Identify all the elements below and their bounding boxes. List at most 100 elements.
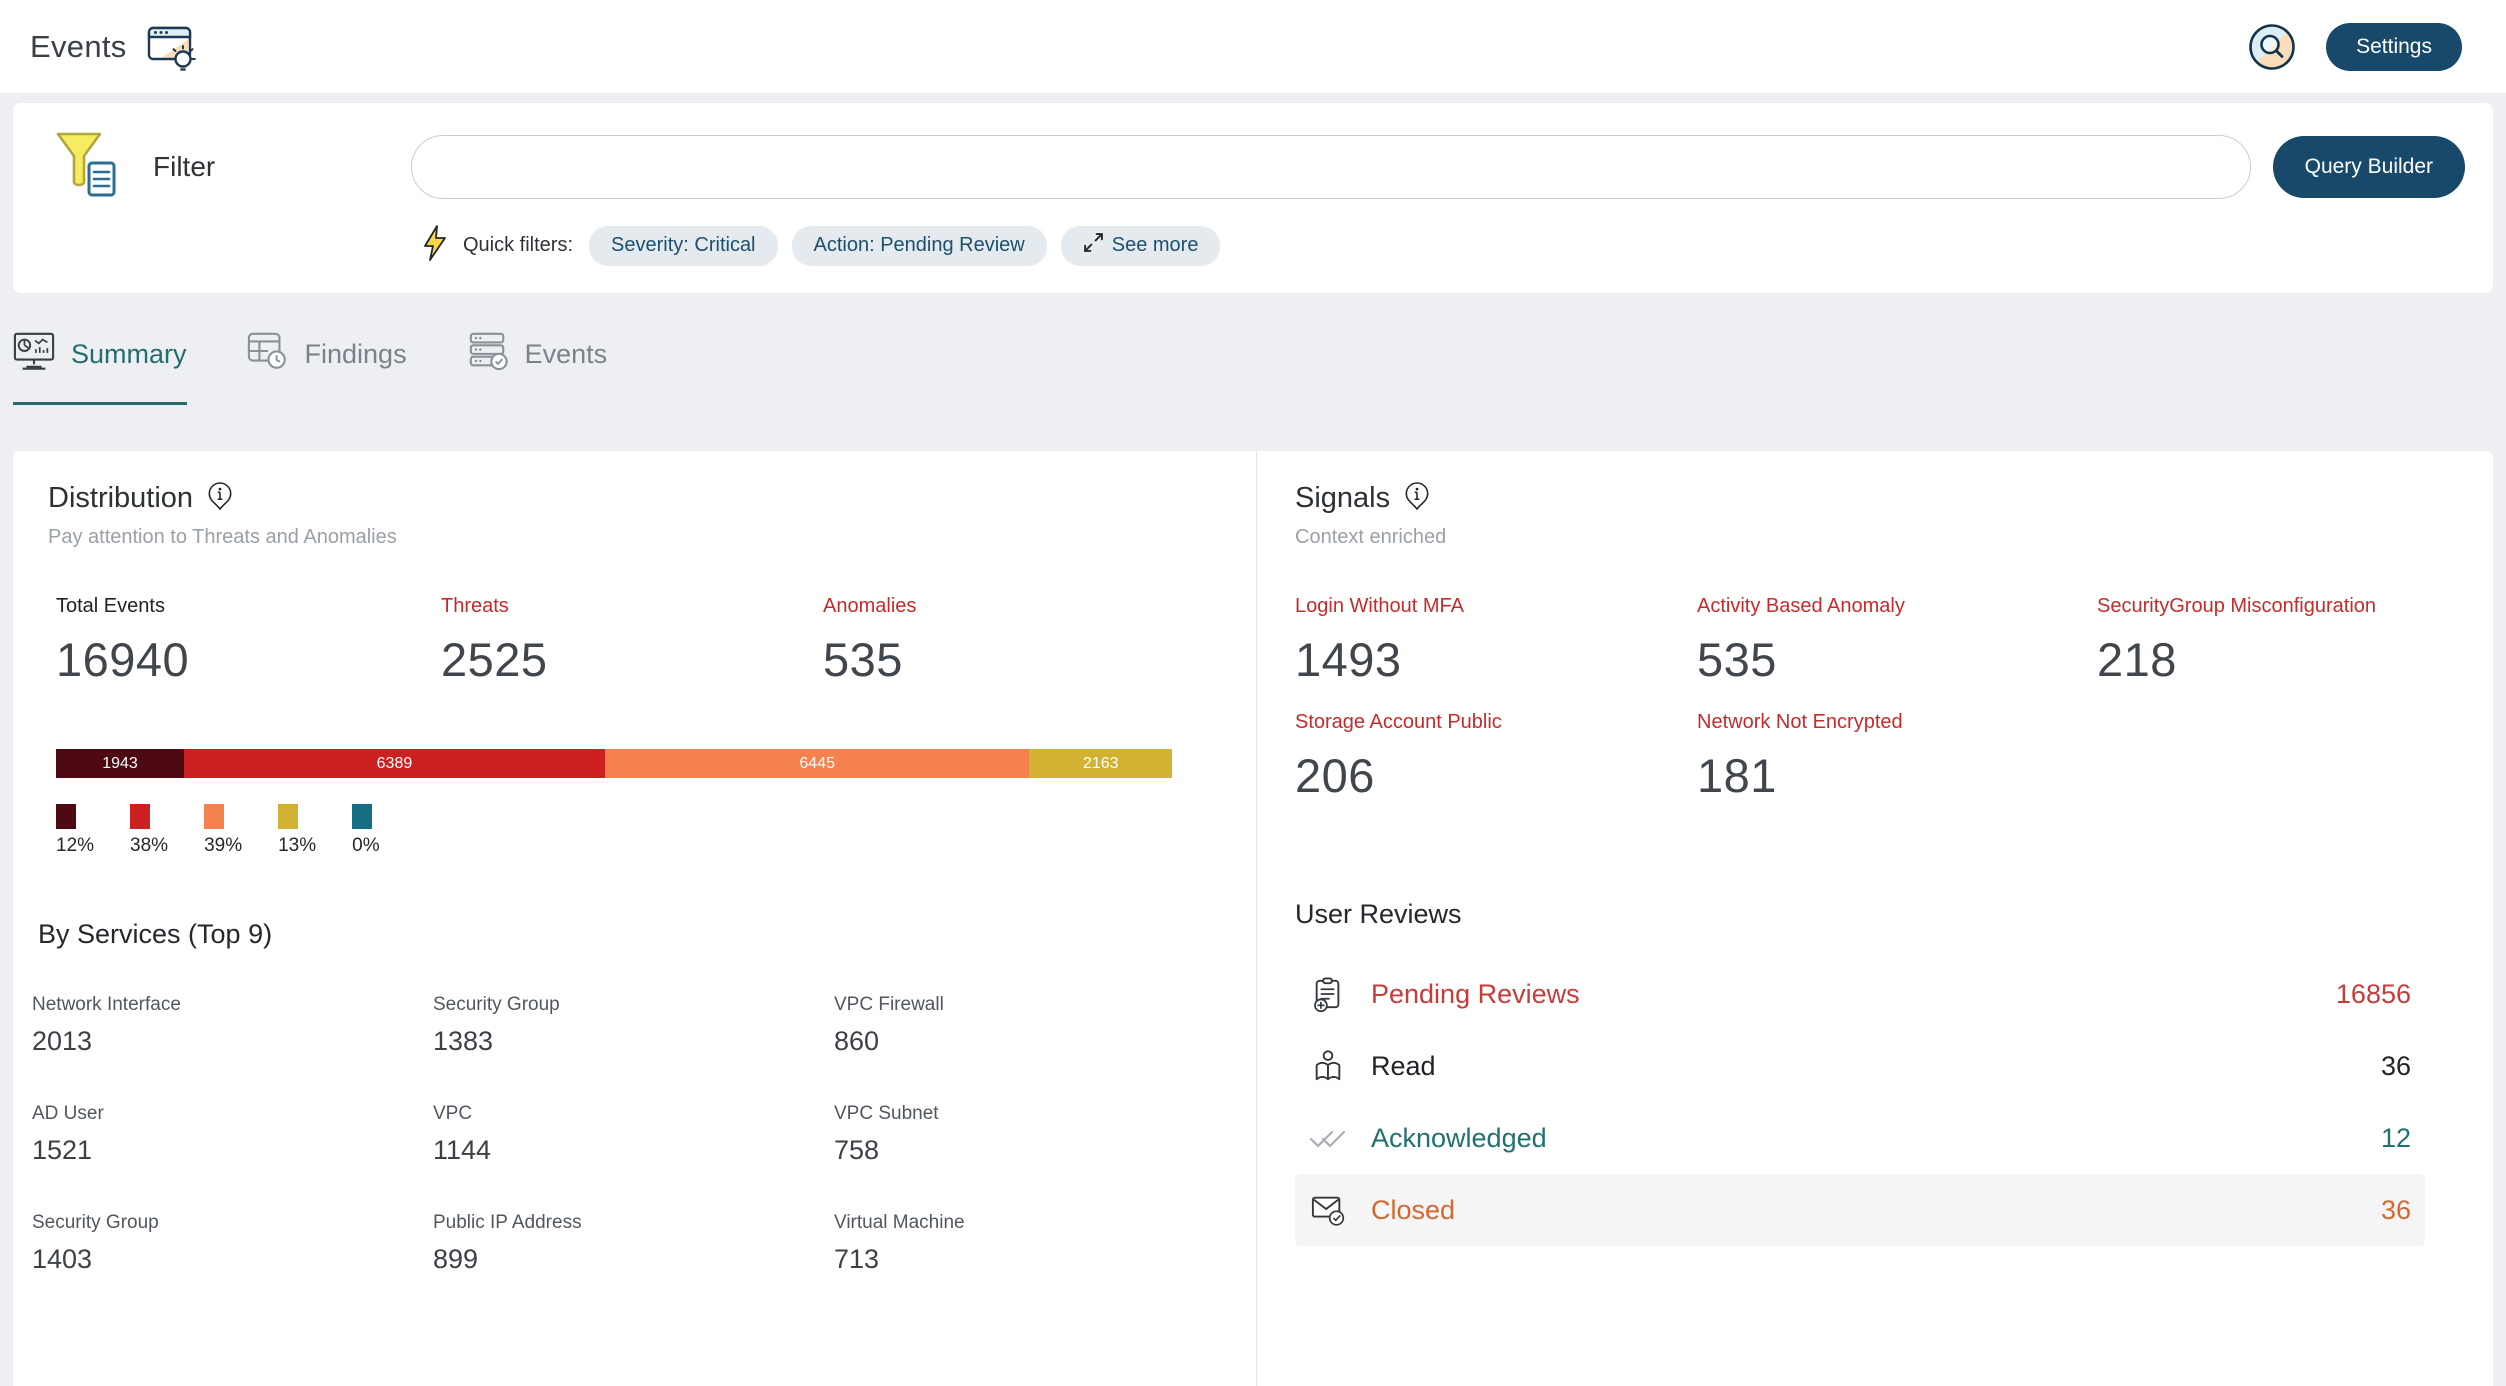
filter-input[interactable] xyxy=(411,135,2251,199)
service-item: AD User 1521 xyxy=(32,1103,433,1166)
settings-button[interactable]: Settings xyxy=(2326,23,2462,71)
filter-label: Filter xyxy=(153,151,215,183)
lightning-icon xyxy=(421,224,449,267)
legend-percent: 13% xyxy=(278,835,316,857)
service-item: Public IP Address899 xyxy=(433,1212,834,1275)
filter-funnel-icon xyxy=(53,127,119,206)
signal-label: Storage Account Public xyxy=(1295,711,1697,734)
service-label: VPC Subnet xyxy=(834,1103,1216,1125)
chip-label: Action: Pending Review xyxy=(814,234,1025,257)
review-label: Pending Reviews xyxy=(1371,979,1580,1010)
signals-section: Signals Context enriched Login Without M… xyxy=(1257,451,2493,1386)
service-label: AD User xyxy=(32,1103,433,1125)
page-title: Events xyxy=(30,29,127,65)
signal-stat: Activity Based Anomaly 535 xyxy=(1697,595,2097,687)
service-label: Security Group xyxy=(32,1212,433,1234)
service-value: 1383 xyxy=(433,1026,834,1057)
monitor-chart-icon xyxy=(13,331,55,378)
signal-label: Login Without MFA xyxy=(1295,595,1697,618)
signal-stat: Network Not Encrypted181 xyxy=(1697,711,2097,803)
legend-swatch xyxy=(130,804,150,829)
tab-events[interactable]: Events xyxy=(467,331,608,405)
summary-content: Distribution Pay attention to Threats an… xyxy=(13,451,2493,1386)
distribution-stats: Total Events 16940 Threats 2525 Anomalie… xyxy=(48,595,1216,687)
stat-value: 535 xyxy=(823,632,1216,687)
bar-segment: 1943 xyxy=(56,749,184,778)
quick-filters-label: Quick filters: xyxy=(463,234,573,257)
signal-label: Activity Based Anomaly xyxy=(1697,595,2097,618)
service-value: 1403 xyxy=(32,1244,433,1275)
review-label: Closed xyxy=(1371,1195,1455,1226)
see-more-chip[interactable]: See more xyxy=(1061,226,1221,266)
bar-segment: 6389 xyxy=(184,749,605,778)
service-label: VPC Firewall xyxy=(834,994,1216,1016)
stat-value: 16940 xyxy=(56,632,441,687)
user-reviews-title: User Reviews xyxy=(1295,899,2425,930)
service-label: Network Interface xyxy=(32,994,433,1016)
bar-segment-label: 6389 xyxy=(377,755,413,773)
signal-value: 218 xyxy=(2097,632,2425,687)
filter-panel: Filter Query Builder Quick filters: Seve… xyxy=(13,103,2493,293)
tab-bar: Summary Findings Events xyxy=(13,331,2506,405)
signal-value: 535 xyxy=(1697,632,2097,687)
stat-value: 2525 xyxy=(441,632,823,687)
review-row-pending[interactable]: Pending Reviews 16856 xyxy=(1295,958,2425,1030)
distribution-subtitle: Pay attention to Threats and Anomalies xyxy=(48,526,1216,549)
query-builder-button[interactable]: Query Builder xyxy=(2273,136,2465,198)
by-services-title: By Services (Top 9) xyxy=(38,919,1216,950)
review-label: Read xyxy=(1371,1051,1436,1082)
review-row-acknowledged[interactable]: Acknowledged 12 xyxy=(1295,1102,2425,1174)
legend-percent: 0% xyxy=(352,835,379,857)
signal-value: 206 xyxy=(1295,748,1697,803)
review-row-closed[interactable]: Closed 36 xyxy=(1295,1174,2425,1246)
service-value: 1144 xyxy=(433,1135,834,1166)
tab-findings[interactable]: Findings xyxy=(247,331,407,405)
review-value: 12 xyxy=(2381,1123,2411,1154)
info-icon[interactable] xyxy=(207,481,233,516)
distribution-legend: 12% 38% 39% 13% 0% xyxy=(56,804,1216,857)
service-item: Network Interface2013 xyxy=(32,994,433,1057)
service-label: Public IP Address xyxy=(433,1212,834,1234)
legend-percent: 39% xyxy=(204,835,242,857)
distribution-stacked-bar: 1943 6389 6445 2163 xyxy=(56,749,1172,778)
reader-icon xyxy=(1309,1047,1347,1085)
signal-value: 181 xyxy=(1697,748,2097,803)
service-value: 1521 xyxy=(32,1135,433,1166)
server-check-icon xyxy=(467,331,509,378)
service-item: VPC Firewall 860 xyxy=(834,994,1216,1057)
signal-label: SecurityGroup Misconfiguration xyxy=(2097,595,2425,618)
tab-label: Findings xyxy=(305,339,407,370)
tab-summary[interactable]: Summary xyxy=(13,331,187,405)
bar-segment-label: 1943 xyxy=(102,755,138,773)
review-value: 36 xyxy=(2381,1195,2411,1226)
legend-swatch xyxy=(278,804,298,829)
signal-value: 1493 xyxy=(1295,632,1697,687)
service-item: Security Group1383 xyxy=(433,994,834,1057)
legend-item: 38% xyxy=(130,804,168,857)
quick-filter-chip-severity[interactable]: Severity: Critical xyxy=(589,226,777,266)
by-services-grid: Network Interface2013 Security Group1383… xyxy=(32,994,1216,1275)
bar-segment-label: 2163 xyxy=(1083,755,1119,773)
review-label: Acknowledged xyxy=(1371,1123,1547,1154)
signals-subtitle: Context enriched xyxy=(1295,526,2425,549)
legend-item: 0% xyxy=(352,804,379,857)
legend-item: 12% xyxy=(56,804,94,857)
signal-stat: Login Without MFA 1493 xyxy=(1295,595,1697,687)
info-icon[interactable] xyxy=(1404,481,1430,516)
stat-total-events: Total Events 16940 xyxy=(56,595,441,687)
chip-label: See more xyxy=(1112,234,1199,257)
legend-swatch xyxy=(204,804,224,829)
service-label: VPC xyxy=(433,1103,834,1125)
app-header: Events Settings xyxy=(0,0,2506,93)
service-value: 860 xyxy=(834,1026,1216,1057)
stat-label: Threats xyxy=(441,595,823,618)
stat-threats: Threats 2525 xyxy=(441,595,823,687)
double-check-icon xyxy=(1309,1124,1347,1152)
quick-filter-chip-action[interactable]: Action: Pending Review xyxy=(792,226,1047,266)
service-item: Security Group 1403 xyxy=(32,1212,433,1275)
search-button[interactable] xyxy=(2248,23,2296,71)
review-row-read[interactable]: Read 36 xyxy=(1295,1030,2425,1102)
mail-check-icon xyxy=(1309,1193,1347,1227)
legend-swatch xyxy=(56,804,76,829)
table-clock-icon xyxy=(247,331,289,378)
